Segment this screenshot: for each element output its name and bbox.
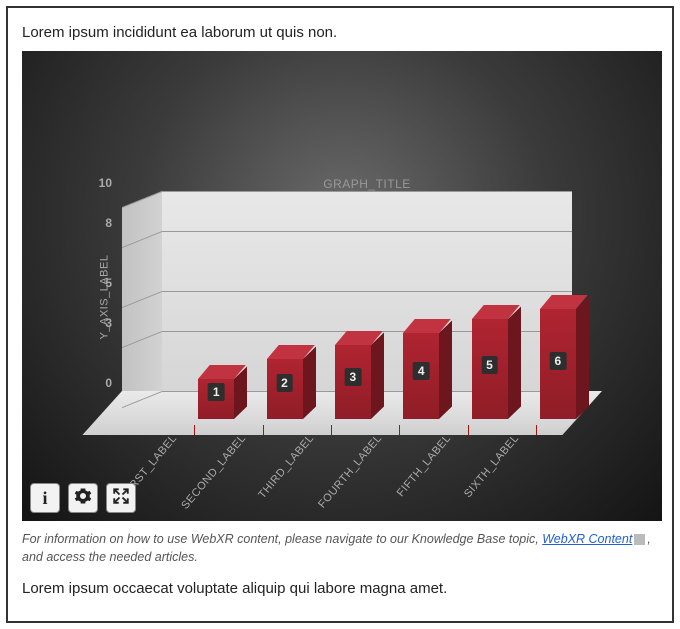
bar-value-label: 3 xyxy=(344,368,361,386)
gear-icon xyxy=(74,487,92,510)
closing-paragraph: Lorem ipsum occaecat voluptate aliquip q… xyxy=(22,580,658,597)
y-tick-label: 3 xyxy=(82,316,112,330)
settings-button[interactable] xyxy=(68,483,98,513)
y-tick-label: 10 xyxy=(82,176,112,190)
chart-title: GRAPH_TITLE xyxy=(162,177,572,191)
intro-paragraph: Lorem ipsum incididunt ea laborum ut qui… xyxy=(22,24,658,41)
x-tick-label: SIXTH_LABEL xyxy=(448,432,521,516)
x-tick-label: FOURTH_LABEL xyxy=(311,432,384,516)
webxr-link[interactable]: WebXR Content xyxy=(542,532,632,546)
y-tick-label: 5 xyxy=(82,276,112,290)
external-link-icon xyxy=(634,534,645,545)
bars-group: 123456 xyxy=(162,191,572,391)
x-tick-mark xyxy=(194,425,195,435)
x-tick-mark xyxy=(536,425,537,435)
bar-side xyxy=(303,346,316,419)
x-tick-label: SECOND_LABEL xyxy=(175,432,248,516)
bar-value-label: 2 xyxy=(276,374,293,392)
page-container: Lorem ipsum incididunt ea laborum ut qui… xyxy=(6,6,674,623)
x-tick-mark xyxy=(263,425,264,435)
x-tick-label: FIFTH_LABEL xyxy=(380,432,453,516)
fullscreen-button[interactable] xyxy=(106,483,136,513)
bar-side xyxy=(371,332,384,419)
info-icon: i xyxy=(42,488,47,509)
bar-value-label: 6 xyxy=(549,352,566,370)
bar-side xyxy=(508,306,521,419)
expand-icon xyxy=(112,487,130,510)
info-prefix: For information on how to use WebXR cont… xyxy=(22,532,542,546)
x-tick-mark xyxy=(399,425,400,435)
chart-widget: GRAPH_TITLE Y_AXIS_LABEL 035810 123456 F… xyxy=(22,51,662,521)
bar-side xyxy=(576,296,589,419)
x-tick-mark xyxy=(468,425,469,435)
bar-value-label: 4 xyxy=(413,362,430,380)
y-tick-label: 0 xyxy=(82,376,112,390)
x-tick-label: THIRD_LABEL xyxy=(243,432,316,516)
info-button[interactable]: i xyxy=(30,483,60,513)
chart-controls: i xyxy=(30,483,136,513)
chart-plot: GRAPH_TITLE Y_AXIS_LABEL 035810 123456 F… xyxy=(102,191,612,451)
x-tick-mark xyxy=(331,425,332,435)
bar-value-label: 1 xyxy=(208,383,225,401)
y-tick-label: 8 xyxy=(82,216,112,230)
bar-value-label: 5 xyxy=(481,356,498,374)
bar-side xyxy=(439,320,452,419)
info-text: For information on how to use WebXR cont… xyxy=(22,531,658,566)
